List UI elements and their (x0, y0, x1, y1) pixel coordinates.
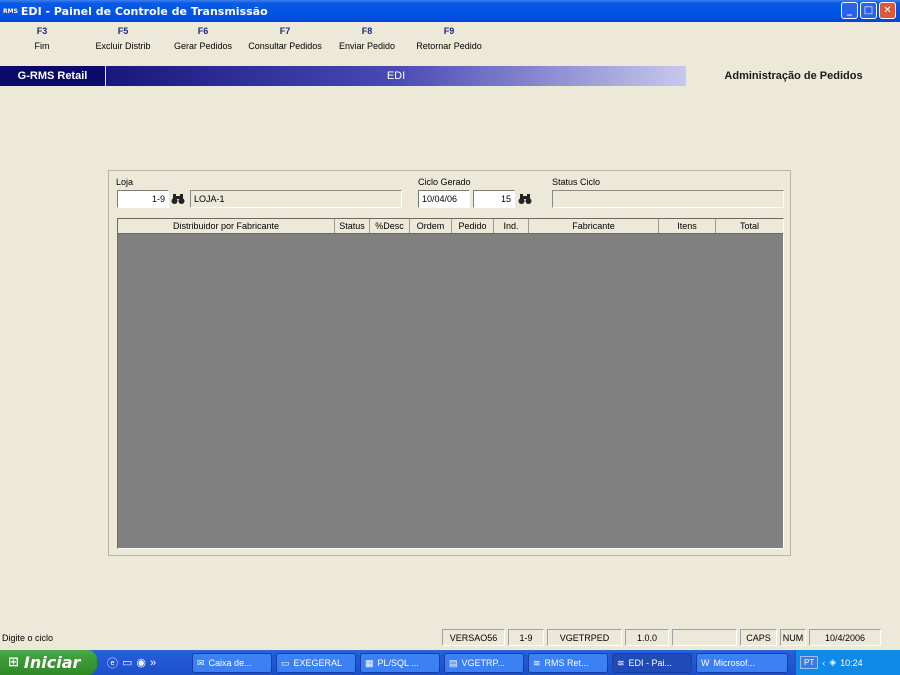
taskbar-item-plsql[interactable]: ▦ PL/SQL ... (360, 653, 440, 673)
fkey-key: F3 (36, 26, 48, 36)
status-num: NUM (780, 629, 806, 646)
minimize-button[interactable]: _ (841, 2, 858, 19)
clock: 10:24 (840, 657, 863, 668)
mail-icon: ✉ (197, 657, 205, 668)
rms-icon: ≋ (617, 657, 625, 668)
fkey-key: F5 (117, 26, 129, 36)
taskbar-item-exegeral[interactable]: ▭ EXEGERAL (276, 653, 356, 673)
loja-search-binoculars-icon[interactable] (170, 191, 186, 207)
status-prog-version: 1.0.0 (625, 629, 669, 646)
header-band: G-RMS Retail EDI Administração de Pedido… (0, 66, 900, 86)
function-key-toolbar: F3 Fim F5 Excluir Distrib F6 Gerar Pedid… (0, 22, 900, 65)
status-program: VGETRPED (547, 629, 622, 646)
ie-icon[interactable]: ⓔ (107, 655, 118, 671)
col-ind[interactable]: Ind. (494, 219, 529, 233)
f7-consultar-pedidos-button[interactable]: F7 Consultar Pedidos (246, 26, 324, 51)
f3-fim-button[interactable]: F3 Fim (30, 26, 54, 51)
database-icon: ▦ (365, 657, 374, 668)
ciclo-label: Ciclo Gerado (418, 177, 471, 187)
taskbar-item-label: RMS Ret... (544, 658, 589, 668)
folder-icon[interactable]: ▭ (122, 656, 132, 669)
taskbar-item-label: VGETRP... (461, 658, 505, 668)
taskbar-item-inbox[interactable]: ✉ Caixa de... (192, 653, 272, 673)
media-icon[interactable]: ◉ (136, 656, 146, 669)
status-version: VERSAO56 (442, 629, 505, 646)
taskbar-item-rms-retail[interactable]: ≋ RMS Ret... (528, 653, 608, 673)
col-ordem[interactable]: Ordem (410, 219, 452, 233)
ciclo-date-input[interactable]: 10/04/06 (418, 190, 470, 208)
rms-icon: ≋ (533, 657, 541, 668)
module-name: EDI (106, 66, 686, 86)
ciclo-number-input[interactable]: 15 (473, 190, 515, 208)
chevron-more-icon[interactable]: » (150, 657, 156, 669)
close-button[interactable]: ✕ (879, 2, 896, 19)
network-icon[interactable]: ◈ (829, 657, 836, 668)
restore-button[interactable]: □ (860, 2, 877, 19)
f9-retornar-pedido-button[interactable]: F9 Retornar Pedido (412, 26, 486, 51)
status-date: 10/4/2006 (809, 629, 881, 646)
word-icon: W (701, 658, 710, 668)
taskbar-item-microsoft[interactable]: W Microsof... (696, 653, 788, 673)
window-controls: _ □ ✕ (841, 2, 896, 19)
system-tray: PT ‹ ◈ 10:24 (795, 650, 900, 675)
fkey-label: Gerar Pedidos (173, 41, 233, 51)
status-loja: 1-9 (508, 629, 544, 646)
window-title: EDI - Painel de Controle de Transmissão (20, 4, 268, 18)
taskbar-item-label: Caixa de... (208, 658, 252, 668)
status-bar: Digite o ciclo VERSAO56 1-9 VGETRPED 1.0… (0, 628, 900, 648)
fkey-label: Retornar Pedido (416, 41, 482, 51)
col-status[interactable]: Status (335, 219, 370, 233)
orders-grid[interactable]: Distribuidor por Fabricante Status %Desc… (117, 218, 784, 549)
quick-launch: ⓔ ▭ ◉ » (107, 655, 156, 671)
f6-gerar-pedidos-button[interactable]: F6 Gerar Pedidos (172, 26, 234, 51)
f5-excluir-distrib-button[interactable]: F5 Excluir Distrib (92, 26, 154, 51)
fkey-label: Enviar Pedido (338, 41, 396, 51)
app-icon: ▤ (449, 657, 458, 668)
product-name: G-RMS Retail (0, 66, 105, 86)
windows-flag-icon: ⊞ (8, 655, 19, 670)
col-distribuidor[interactable]: Distribuidor por Fabricante (118, 219, 335, 233)
loja-name-field: LOJA-1 (190, 190, 402, 208)
language-indicator[interactable]: PT (800, 656, 819, 669)
fkey-key: F9 (443, 26, 455, 36)
col-total[interactable]: Total (716, 219, 783, 233)
folder-icon: ▭ (281, 657, 290, 668)
taskbar-item-label: Microsof... (713, 658, 756, 668)
taskbar-item-vgetrp[interactable]: ▤ VGETRP... (444, 653, 524, 673)
fkey-key: F7 (279, 26, 291, 36)
tray-arrow-icon[interactable]: ‹ (822, 658, 825, 668)
status-ciclo-label: Status Ciclo (552, 177, 601, 187)
fkey-label: Excluir Distrib (95, 41, 151, 51)
taskbar-item-edi[interactable]: ≋ EDI - Pai... (612, 653, 692, 673)
col-itens[interactable]: Itens (659, 219, 716, 233)
col-fabricante[interactable]: Fabricante (529, 219, 659, 233)
status-message: Digite o ciclo (2, 632, 54, 643)
col-desc[interactable]: %Desc (370, 219, 410, 233)
fkey-key: F6 (197, 26, 209, 36)
screen-title: Administração de Pedidos (687, 66, 900, 86)
title-bar: RMS EDI - Painel de Controle de Transmis… (0, 0, 900, 22)
taskbar-item-label: EDI - Pai... (628, 658, 673, 668)
app-logo-icon: RMS (3, 7, 18, 15)
start-label: Iniciar (23, 653, 81, 672)
status-ciclo-field (552, 190, 784, 208)
taskbar-item-label: PL/SQL ... (377, 658, 419, 668)
col-pedido[interactable]: Pedido (452, 219, 494, 233)
main-panel: Loja 1-9 LOJA-1 Ciclo Gerado 10/04/06 15… (108, 170, 791, 556)
fkey-key: F8 (361, 26, 373, 36)
status-empty-panel (672, 629, 737, 646)
start-button[interactable]: ⊞ Iniciar (0, 650, 97, 675)
loja-code-input[interactable]: 1-9 (117, 190, 169, 208)
status-caps: CAPS (740, 629, 777, 646)
fkey-label: Consultar Pedidos (248, 41, 322, 51)
loja-label: Loja (116, 177, 134, 187)
fkey-label: Fim (34, 41, 50, 51)
grid-header: Distribuidor por Fabricante Status %Desc… (118, 219, 783, 234)
ciclo-search-binoculars-icon[interactable] (517, 191, 533, 207)
taskbar-item-label: EXEGERAL (293, 658, 343, 668)
f8-enviar-pedido-button[interactable]: F8 Enviar Pedido (337, 26, 397, 51)
